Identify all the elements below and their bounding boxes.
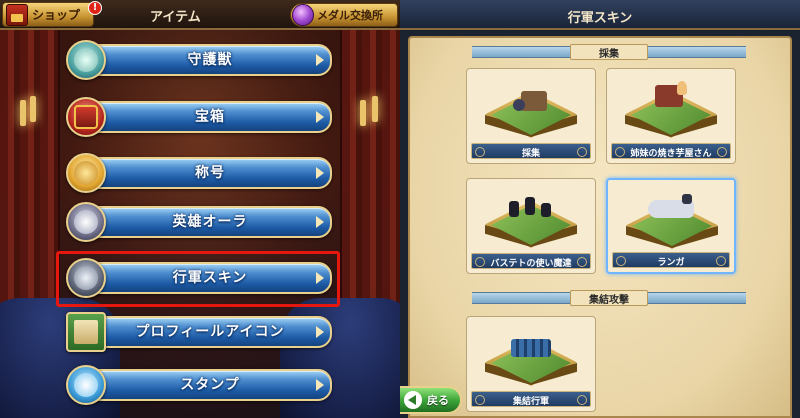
emblem-icon	[66, 153, 106, 193]
candle	[30, 96, 36, 122]
platform-image	[481, 87, 581, 147]
menu-button-treasure-chest[interactable]: 宝箱	[66, 97, 334, 137]
menu-button-guardian-beast[interactable]: 守護獣	[66, 40, 334, 80]
skin-name-bar: バステトの使い魔達	[471, 253, 591, 269]
platform-image	[621, 81, 721, 147]
emblem-icon-detail	[74, 161, 98, 185]
cat-figure	[509, 201, 519, 217]
skin-name: 集結行軍	[512, 397, 549, 407]
menu-button-label: スタンプ	[180, 377, 240, 393]
hero-icon-detail	[74, 210, 98, 234]
medal-exchange-label: メダル交換所	[317, 9, 383, 22]
back-arrow-icon	[404, 391, 422, 409]
medal-icon	[292, 4, 314, 26]
notification-badge: !	[88, 1, 102, 15]
dragon-icon	[66, 40, 106, 80]
wagon-figure	[521, 91, 547, 111]
menu-button-march-skin[interactable]: 行軍スキン	[66, 258, 334, 298]
skin-name-bar: 採集	[471, 143, 591, 159]
skin-name-bar: 集結行軍	[471, 391, 591, 407]
candle	[372, 96, 378, 122]
shop-icon	[6, 3, 28, 26]
back-button[interactable]: 戻る	[400, 386, 462, 414]
candle	[20, 100, 26, 126]
skin-name: ランガ	[657, 258, 685, 268]
skin-name-bar: 姉妹の焼き芋屋さん	[611, 143, 731, 159]
shop-label: ショップ	[32, 8, 81, 22]
shop-button[interactable]: ショップ	[2, 2, 94, 27]
skin-card-ranga[interactable]: ランガ	[606, 178, 736, 274]
candle	[360, 100, 366, 126]
platform-image	[481, 335, 581, 395]
menu-button-stamp[interactable]: スタンプ	[66, 365, 334, 405]
menu-button-label: 称号	[195, 165, 225, 181]
skin-card-gathering[interactable]: 採集	[466, 68, 596, 164]
cat-figure	[541, 203, 551, 217]
menu-button-label: 宝箱	[195, 109, 225, 125]
skin-name: 採集	[521, 149, 540, 159]
title-bar: 行軍スキン	[400, 0, 800, 30]
menu-button-label: 守護獣	[187, 52, 233, 68]
section-header-rally-attack: 集結攻撃	[472, 290, 746, 306]
section-header-label: 集結攻撃	[589, 295, 629, 306]
book-icon-detail	[74, 320, 98, 344]
stamp-icon-detail	[74, 373, 98, 397]
medal-exchange-button[interactable]: メダル交換所	[290, 3, 398, 27]
skin-card-sisters-sweet-potato[interactable]: 姉妹の焼き芋屋さん	[606, 68, 736, 164]
platform-image	[481, 197, 581, 257]
section-header-gathering: 採集	[472, 44, 746, 60]
dragon-icon-detail	[74, 48, 98, 72]
section-header-label: 採集	[599, 49, 619, 60]
chest-icon-detail	[74, 105, 98, 129]
menu-button-title[interactable]: 称号	[66, 153, 334, 193]
stamp-character-icon	[66, 365, 106, 405]
skin-card-rally-march[interactable]: 集結行軍	[466, 316, 596, 412]
menu-button-label: 行軍スキン	[172, 270, 248, 286]
menu-button-label: 英雄オーラ	[172, 214, 248, 230]
treasure-chest-icon	[66, 97, 106, 137]
parchment-background: 採集 採集 姉妹の焼き芋屋さん バステトの使い魔達 ランガ 集結攻撃 集結行軍	[408, 36, 792, 418]
menu-button-hero-aura[interactable]: 英雄オーラ	[66, 202, 334, 242]
profile-book-icon	[66, 312, 106, 352]
top-bar: ショップ ! アイテム メダル交換所	[0, 0, 400, 30]
skin-name: バステトの使い魔達	[490, 259, 572, 269]
horse-figure	[513, 99, 525, 111]
skin-name: 姉妹の焼き芋屋さん	[630, 149, 712, 159]
menu-button-profile-icon[interactable]: プロフィールアイコン	[66, 312, 334, 352]
items-tab-title[interactable]: アイテム	[150, 6, 201, 25]
soldiers-figure	[511, 339, 551, 357]
skin-name-bar: ランガ	[612, 252, 730, 268]
curtain-left	[0, 20, 60, 330]
item-menu-panel: ショップ ! アイテム メダル交換所 守護獣 宝箱 称号 英雄オーラ 行軍スキン…	[0, 0, 400, 418]
march-skin-panel: 行軍スキン 採集 採集 姉妹の焼き芋屋さん バステトの使い魔達 ランガ 集結攻撃…	[400, 0, 800, 418]
skin-card-bastet-familiars[interactable]: バステトの使い魔達	[466, 178, 596, 274]
sister-figure	[677, 81, 687, 95]
panel-title: 行軍スキン	[567, 11, 633, 26]
back-label: 戻る	[427, 394, 449, 407]
hero-aura-icon	[66, 202, 106, 242]
knight-icon-detail	[74, 266, 98, 290]
wolf-head	[682, 194, 692, 204]
curtain-right	[340, 20, 400, 330]
menu-button-label: プロフィールアイコン	[135, 324, 285, 340]
armored-knight-icon	[66, 258, 106, 298]
cat-figure	[525, 197, 535, 215]
platform-image	[622, 194, 722, 258]
